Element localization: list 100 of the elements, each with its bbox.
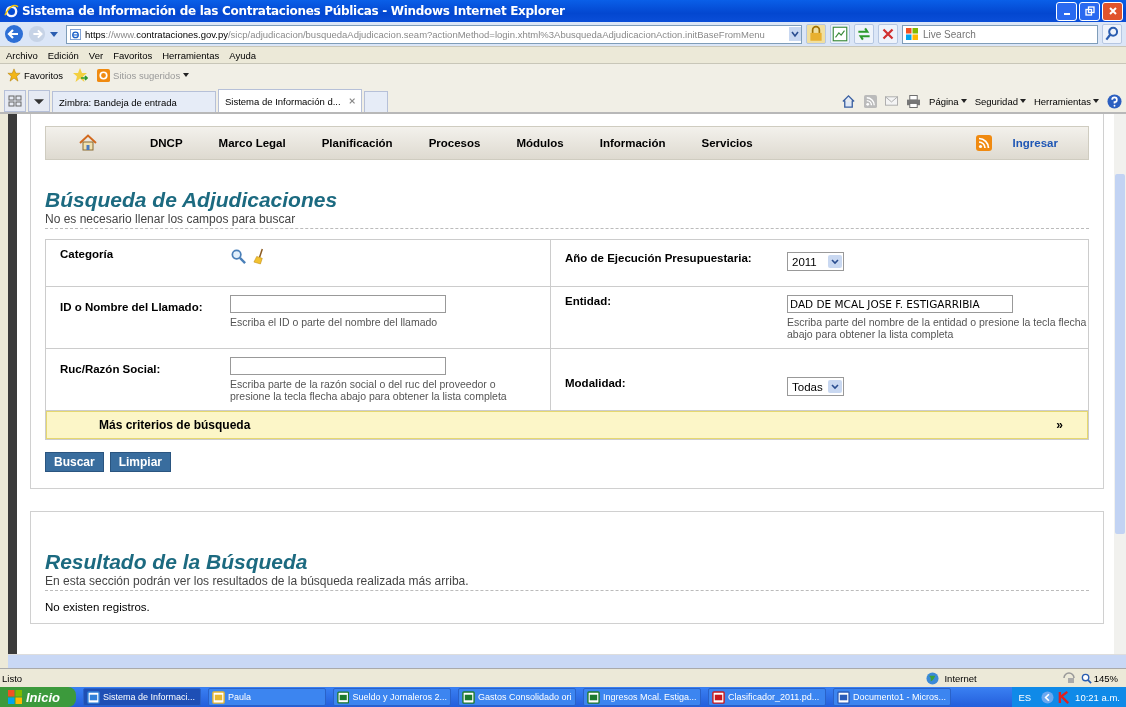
- sites-icon: [97, 68, 111, 82]
- taskbar-button[interactable]: Clasificador_2011.pd...: [707, 688, 826, 706]
- compatibility-icon[interactable]: [830, 24, 850, 44]
- menu-item[interactable]: Archivo: [6, 49, 38, 61]
- search-field[interactable]: Live Search: [902, 24, 1098, 44]
- horizontal-scrollbar[interactable]: [8, 654, 1126, 668]
- status-text: Listo: [2, 672, 23, 684]
- home-icon[interactable]: [841, 93, 857, 109]
- home-icon[interactable]: [79, 134, 97, 152]
- window-title: Sistema de Información de las Contrataciones Públicas - Windows Internet Explorer: [22, 4, 566, 18]
- browser-tab[interactable]: Zimbra: Bandeja de entrada: [52, 91, 216, 112]
- field-label: Año de Ejecución Presupuestaria:: [565, 251, 753, 266]
- mail-icon[interactable]: [885, 96, 899, 106]
- menu-item[interactable]: Herramientas: [162, 49, 220, 61]
- restore-icon: [1084, 6, 1095, 16]
- menu-item[interactable]: Ayuda: [229, 49, 256, 61]
- expand-tray-icon[interactable]: [1041, 690, 1055, 704]
- print-icon[interactable]: [906, 94, 922, 108]
- field-hint: Escriba el ID o parte del nombre del llamado: [230, 316, 439, 328]
- close-tab-icon[interactable]: [348, 97, 355, 105]
- field-hint: Escriba parte de la razón social o del ruc del proveedor o presione la tecla flecha abajo para obtener la lista completa: [230, 378, 508, 402]
- refresh-icon[interactable]: [854, 24, 874, 44]
- text-input[interactable]: [230, 295, 446, 313]
- caret-icon[interactable]: [50, 31, 58, 37]
- field-label: Categoría: [60, 248, 115, 262]
- empty-message: No existen registros.: [45, 601, 151, 613]
- lock-icon[interactable]: [806, 24, 826, 44]
- taskbar-button[interactable]: Paula: [207, 688, 326, 706]
- command-button[interactable]: Herramientas: [1033, 95, 1099, 107]
- field-label: Entidad:: [565, 295, 612, 309]
- start-button[interactable]: Inicio: [0, 687, 76, 707]
- taskbar-button[interactable]: Ingresos Mcal. Estiga...: [582, 688, 701, 706]
- back-button[interactable]: [4, 24, 24, 44]
- expand-toggle[interactable]: »: [1056, 418, 1063, 432]
- spreadsheet-icon: [461, 690, 475, 704]
- taskbar-button[interactable]: Documento1 - Micros...: [832, 688, 951, 706]
- section-heading: Resultado de la Búsqueda: [45, 550, 309, 574]
- minimize-icon: [1063, 13, 1070, 15]
- form-button[interactable]: Buscar: [45, 452, 104, 472]
- protected-mode-icon[interactable]: [1061, 672, 1076, 684]
- section-heading: Búsqueda de Adjudicaciones: [45, 188, 339, 212]
- menu-item[interactable]: Ver: [88, 49, 104, 61]
- browser-icon: [4, 3, 19, 19]
- section-subtitle: No es necesario llenar los campos para buscar: [45, 212, 1089, 229]
- dropdown-field[interactable]: 2011: [787, 252, 844, 271]
- caret-icon: [1093, 99, 1099, 103]
- broom-icon[interactable]: [253, 248, 266, 265]
- nav-link[interactable]: DNCP: [150, 137, 183, 149]
- add-favorite-icon[interactable]: [72, 67, 89, 83]
- field-label: ID o Nombre del Llamado:: [60, 300, 204, 315]
- login-link[interactable]: Ingresar: [1012, 137, 1058, 149]
- dropdown-icon[interactable]: [789, 27, 801, 41]
- nav-link[interactable]: Servicios: [701, 137, 753, 149]
- zoom-button[interactable]: 145%: [1080, 672, 1118, 684]
- close-button[interactable]: [1102, 1, 1123, 21]
- caret-icon: [183, 73, 190, 77]
- restore-button[interactable]: [1079, 1, 1100, 21]
- globe-icon: [926, 671, 940, 685]
- document-icon: [836, 690, 850, 704]
- nav-link[interactable]: Información: [599, 137, 666, 149]
- tab-list-icon[interactable]: [28, 90, 50, 112]
- help-icon[interactable]: [1107, 93, 1122, 109]
- menu-item[interactable]: Edición: [47, 49, 79, 61]
- caret-icon: [1019, 99, 1026, 103]
- favorites-button[interactable]: Favoritos: [4, 68, 67, 82]
- nav-link[interactable]: Planificación: [321, 137, 393, 149]
- nav-link[interactable]: Procesos: [428, 137, 481, 149]
- more-criteria-bar[interactable]: Más criterios de búsqueda »: [46, 411, 1088, 439]
- close-icon: [1107, 6, 1118, 16]
- taskbar-button[interactable]: Gastos Consolidado ori: [457, 688, 576, 706]
- command-button[interactable]: Página: [929, 95, 967, 107]
- minimize-button[interactable]: [1056, 1, 1077, 21]
- text-input[interactable]: [230, 357, 446, 375]
- language-indicator[interactable]: ES: [1018, 691, 1032, 703]
- search-icon[interactable]: [1102, 24, 1122, 44]
- feeds-icon[interactable]: [864, 94, 878, 108]
- rss-icon[interactable]: [975, 135, 992, 151]
- menu-item[interactable]: Favoritos: [113, 49, 153, 61]
- field-hint: Escriba parte del nombre de la entidad o presione la tecla flecha abajo para obtener la lista completa: [787, 316, 1087, 340]
- browser-tab[interactable]: Sistema de Información d...: [218, 89, 362, 112]
- caret-icon: [828, 380, 842, 393]
- vertical-scrollbar[interactable]: [1114, 114, 1126, 654]
- browser-icon: [86, 690, 100, 704]
- command-button[interactable]: Seguridad: [974, 95, 1026, 107]
- magnifier-icon: [1080, 672, 1092, 684]
- taskbar-button[interactable]: Sueldo y Jornaleros 2...: [332, 688, 451, 706]
- dropdown-field[interactable]: Todas: [787, 377, 844, 396]
- folder-icon: [211, 690, 225, 704]
- security-zone: Internet: [944, 672, 977, 684]
- field-label: Ruc/Razón Social:: [60, 362, 162, 377]
- address-field[interactable]: https://www.contrataciones.gov.py/sicp/adjudicacion/busquedaAdjudicacion.seam?actionMethod=login.xhtml%3AbusquedaAdjudicacionAction.initBaseFromMenu: [66, 24, 802, 44]
- caret-icon: [960, 99, 967, 103]
- spreadsheet-icon: [586, 690, 600, 704]
- search-icon[interactable]: [230, 248, 247, 265]
- nav-link[interactable]: Marco Legal: [218, 137, 286, 149]
- taskbar-button[interactable]: Sistema de Informaci...: [82, 688, 201, 706]
- stop-icon[interactable]: [878, 24, 898, 44]
- form-button[interactable]: Limpiar: [109, 452, 172, 472]
- nav-link[interactable]: Módulos: [516, 137, 564, 149]
- text-input[interactable]: DAD DE MCAL JOSE F. ESTIGARRIBIA: [787, 295, 1013, 313]
